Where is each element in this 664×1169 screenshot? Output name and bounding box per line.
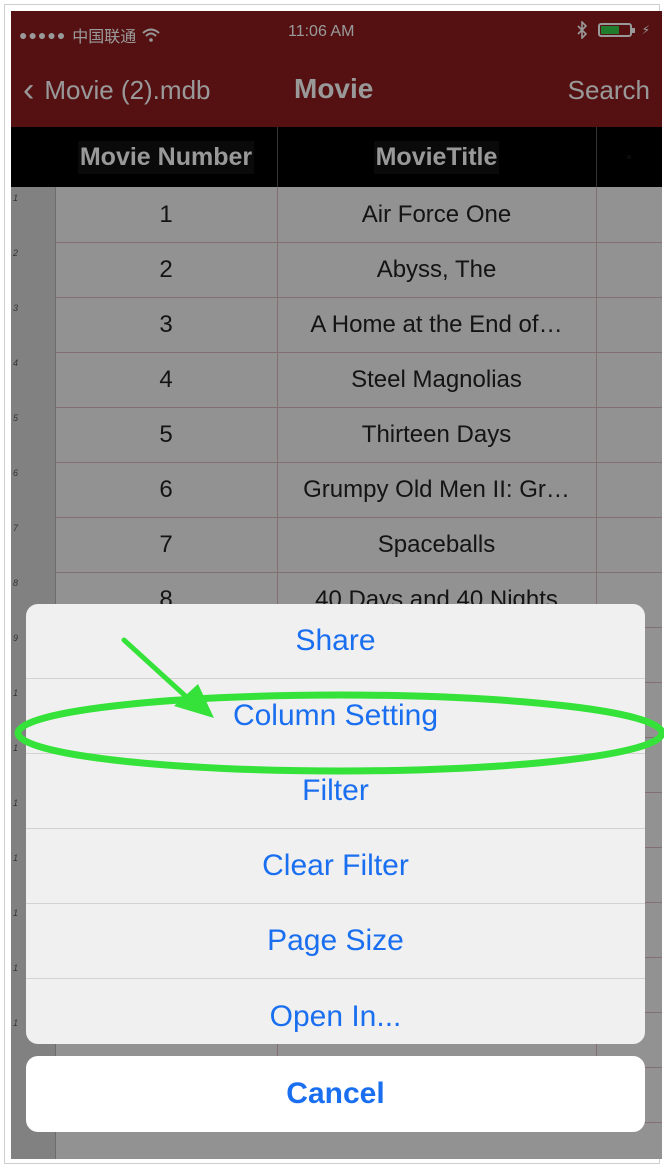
action-sheet: Share Column Setting Filter Clear Filter… (26, 604, 645, 1044)
column-setting-action[interactable]: Column Setting (26, 679, 645, 754)
open-in-action[interactable]: Open In... (26, 979, 645, 1044)
clear-filter-action[interactable]: Clear Filter (26, 829, 645, 904)
filter-action[interactable]: Filter (26, 754, 645, 829)
cancel-button[interactable]: Cancel (26, 1056, 645, 1132)
share-action[interactable]: Share (26, 604, 645, 679)
phone-screen: ●●●●● 中国联通 11:06 AM ⚡ ‹ Movie (2).mdb Mo… (11, 11, 662, 1159)
page-size-action[interactable]: Page Size (26, 904, 645, 979)
